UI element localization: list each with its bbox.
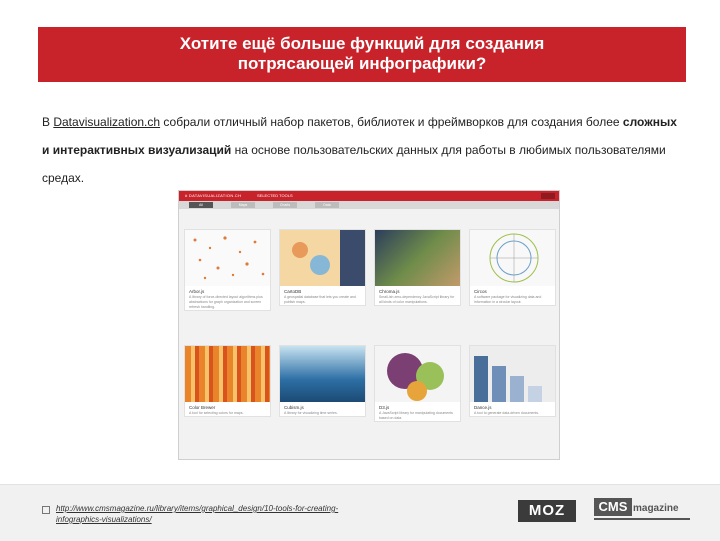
tool-thumbnail (185, 230, 270, 286)
filter-tabs: All Maps Charts Data (179, 201, 559, 209)
tool-title: Circos (474, 289, 487, 294)
tool-description: A JavaScript library for manipulating do… (379, 411, 453, 420)
tool-thumbnail (470, 230, 555, 286)
site-title: # DATAVISUALIZATION.CH (185, 193, 242, 198)
title-banner: Хотите ещё больше функций для создания п… (38, 27, 686, 82)
tab-data: Data (315, 202, 339, 208)
tool-card: Circos A software package for visualizin… (469, 229, 556, 306)
external-link-icon (42, 506, 50, 514)
tool-description: A geospatial database that lets you crea… (284, 295, 356, 304)
tool-card: Color Brewer A tool for selecting colors… (184, 345, 271, 417)
tool-card: Arbor.js A library of force-directed lay… (184, 229, 271, 311)
datavisualization-link[interactable]: Datavisualization.ch (53, 115, 160, 129)
tool-title: Color Brewer (189, 405, 216, 410)
source-link[interactable]: http://www.cmsmagazine.ru/library/items/… (56, 503, 346, 525)
tool-card: Chroma.js Small-ish zero-dependency Java… (374, 229, 461, 306)
tool-description: A software package for visualizing data … (474, 295, 542, 304)
tool-thumbnail (280, 346, 365, 402)
search-icon (541, 193, 555, 199)
tool-description: A tool for selecting colors for maps. (189, 411, 244, 415)
tool-thumbnail (185, 346, 270, 402)
tool-card: CartoDB A geospatial database that lets … (279, 229, 366, 306)
tool-description: A tool to generate data-driven documents… (474, 411, 539, 415)
tool-card: D3.js A JavaScript library for manipulat… (374, 345, 461, 422)
tool-title: Dance.js (474, 405, 492, 410)
tool-title: Arbor.js (189, 289, 205, 294)
tab-all: All (189, 202, 213, 208)
cms-logo-text: magazine (633, 503, 679, 514)
tool-card: Cubism.js A library for visualizing time… (279, 345, 366, 417)
website-screenshot: # DATAVISUALIZATION.CH SELECTED TOOLS Al… (178, 190, 560, 460)
intro-part-1: собрали отличный набор пакетов, библиоте… (160, 115, 623, 129)
intro-paragraph: В Datavisualization.ch собрали отличный … (42, 108, 682, 192)
site-header: # DATAVISUALIZATION.CH SELECTED TOOLS (179, 191, 559, 201)
tab-charts: Charts (273, 202, 297, 208)
tool-title: Chroma.js (379, 289, 400, 294)
tool-title: CartoDB (284, 289, 302, 294)
cms-logo-underline (594, 518, 690, 520)
tool-description: A library of force-directed layout algor… (189, 295, 263, 309)
tool-thumbnail (375, 346, 460, 402)
tool-description: A library for visualizing time series. (284, 411, 338, 415)
title-line-1: Хотите ещё больше функций для создания (179, 34, 545, 53)
tool-thumbnail (280, 230, 365, 286)
tool-title: Cubism.js (284, 405, 304, 410)
cms-logo-mark: CMS (594, 498, 632, 516)
site-section: SELECTED TOOLS (257, 193, 293, 198)
title-line-2: потрясающей инфографики? (237, 54, 487, 73)
tool-thumbnail (470, 346, 555, 402)
tool-card: Dance.js A tool to generate data-driven … (469, 345, 556, 417)
tab-maps: Maps (231, 202, 255, 208)
tool-thumbnail (375, 230, 460, 286)
intro-prefix: В (42, 115, 54, 129)
tool-title: D3.js (379, 405, 390, 410)
tool-description: Small-ish zero-dependency JavaScript lib… (379, 295, 455, 304)
moz-logo: MOZ (518, 500, 576, 522)
